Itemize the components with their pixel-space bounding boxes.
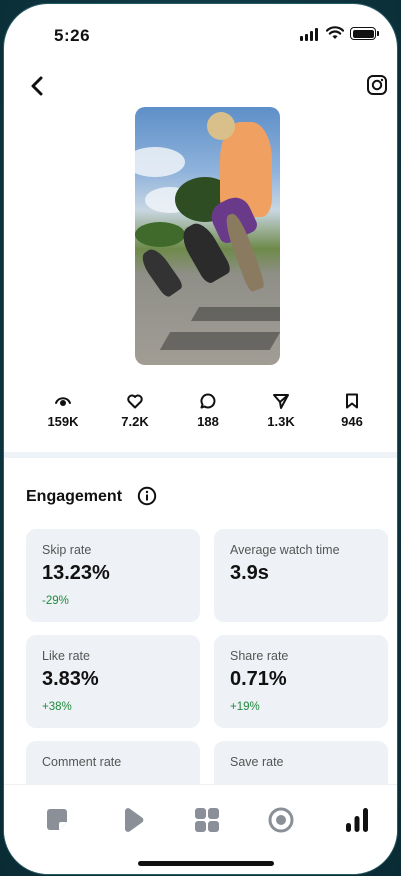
card-label: Share rate [230, 649, 289, 663]
card-share-rate[interactable]: Share rate 0.71% +19% [214, 635, 388, 728]
status-time: 5:26 [54, 26, 91, 45]
card-average-watch-time[interactable]: Average watch time 3.9s [214, 529, 388, 622]
stat-comments: 188 [178, 392, 238, 429]
thumbnail-cloud [135, 147, 185, 177]
thumbnail-grass [135, 222, 185, 247]
stat-views-value: 159K [47, 414, 79, 429]
comment-icon [200, 393, 216, 409]
card-label: Average watch time [230, 543, 340, 557]
card-change: +19% [230, 701, 260, 713]
card-label: Comment rate [42, 755, 122, 769]
card-change: +38% [42, 701, 72, 713]
card-value: 3.9s [230, 562, 269, 584]
home-indicator [138, 861, 274, 866]
info-icon[interactable] [137, 486, 157, 506]
stats-row: 159K 7.2K 188 1.3K 946 [4, 392, 397, 438]
share-icon [273, 394, 289, 409]
engagement-heading: Engagement [26, 488, 123, 505]
card-skip-rate[interactable]: Skip rate 13.23% -29% [26, 529, 200, 622]
back-chevron-icon[interactable] [28, 74, 48, 98]
card-like-rate[interactable]: Like rate 3.83% +38% [26, 635, 200, 728]
grid-icon[interactable] [192, 805, 222, 835]
card-value: 0.71% [230, 668, 287, 690]
card-label: Save rate [230, 755, 284, 769]
phone-screen: 5:26 159K 7.2K 188 1.3K 946 Engagement S… [4, 4, 397, 874]
battery-icon [350, 27, 379, 40]
cellular-signal-icon [300, 28, 318, 41]
stat-shares-value: 1.3K [267, 414, 295, 429]
bar-chart-icon[interactable] [342, 805, 372, 835]
stat-likes-value: 7.2K [121, 414, 149, 429]
record-icon[interactable] [266, 805, 296, 835]
wifi-icon [326, 26, 344, 39]
stat-saves-value: 946 [341, 414, 363, 429]
thumbnail-shadow [159, 332, 280, 350]
stat-views: 159K [33, 392, 93, 429]
status-bar: 5:26 [4, 4, 397, 64]
stat-likes: 7.2K [105, 392, 165, 429]
thumbnail-head [207, 112, 235, 140]
card-change: -29% [42, 595, 69, 607]
stat-shares: 1.3K [251, 392, 311, 429]
instagram-icon[interactable] [366, 74, 388, 96]
card-label: Skip rate [42, 543, 92, 557]
section-divider [4, 452, 397, 458]
thumbnail-person-left [137, 245, 185, 299]
play-icon[interactable] [118, 805, 148, 835]
bookmark-icon [346, 393, 358, 409]
video-thumbnail[interactable] [135, 107, 280, 365]
eye-icon [55, 397, 71, 406]
heart-icon [127, 394, 143, 409]
thumbnail-shadow [190, 307, 280, 321]
stat-comments-value: 188 [197, 414, 219, 429]
card-label: Like rate [42, 649, 90, 663]
card-value: 13.23% [42, 562, 110, 584]
notes-icon[interactable] [42, 805, 72, 835]
stat-saves: 946 [322, 392, 382, 429]
card-value: 3.83% [42, 668, 99, 690]
